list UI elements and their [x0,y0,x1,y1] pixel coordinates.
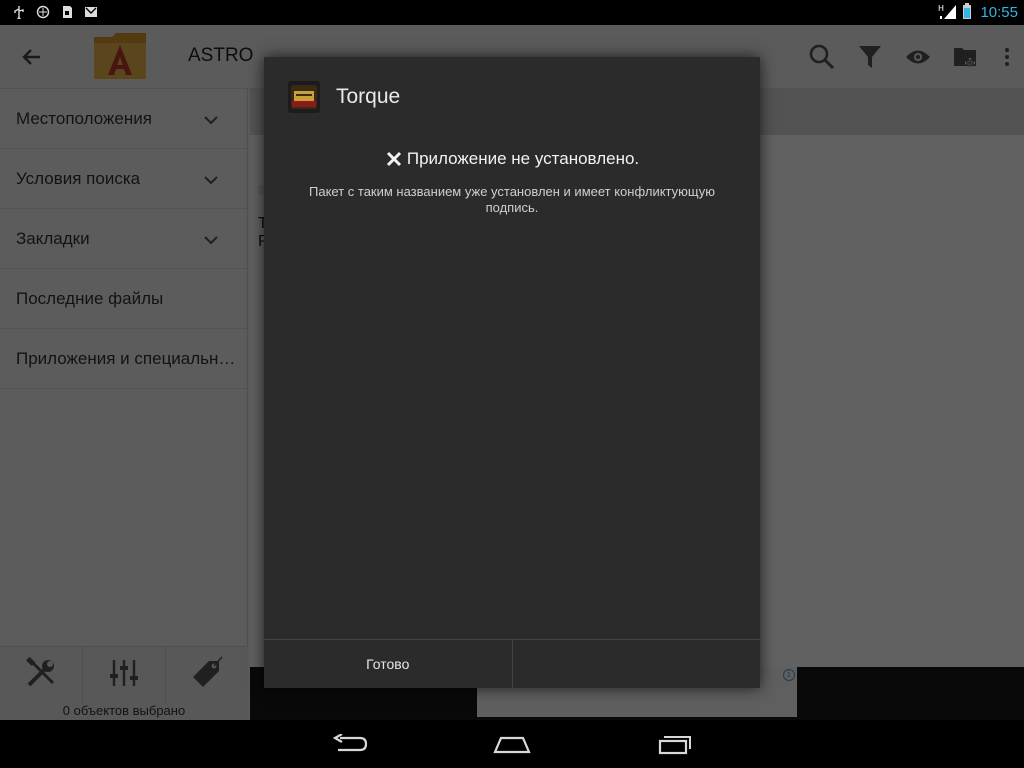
torque-app-icon [288,81,320,113]
filter-icon[interactable] [846,25,894,89]
install-status: Приложение не установлено. [264,149,760,169]
tools-button[interactable] [0,647,83,703]
overflow-menu-icon[interactable] [990,25,1024,89]
action-icons [798,25,1024,89]
sidebar-item-recent-files[interactable]: Последние файлы [0,269,247,329]
chevron-down-icon [203,231,219,245]
install-result-dialog: Torque Приложение не установлено. Пакет … [264,57,760,688]
sidebar-toolbar: 0 объектов выбрано [0,646,248,720]
sidebar-item-search-terms[interactable]: Условия поиска [0,149,247,209]
notification-icons [12,4,98,21]
secondary-button[interactable] [511,640,761,688]
sync-icon [36,4,50,19]
dialog-title: Torque [336,85,401,108]
chevron-down-icon [203,171,219,185]
equalizer-icon [108,658,140,692]
equalizer-button[interactable] [83,647,166,703]
dialog-message: Пакет с таким названием уже установлен и… [309,184,715,215]
sidebar-item-label: Приложения и специальные [16,348,240,368]
sidebar-item-apps[interactable]: Приложения и специальные [0,329,247,389]
sidebar-item-bookmarks[interactable]: Закладки [0,209,247,269]
sidebar-item-label: Местоположения [16,108,152,128]
app-title: ASTRO [188,45,254,66]
tag-icon [189,655,225,695]
home-icon[interactable] [472,728,552,760]
back-button[interactable] [18,45,46,69]
status-bar: H 10:55 [0,0,1024,25]
clock: 10:55 [980,4,1018,21]
svg-text:H: H [938,4,944,13]
tag-button[interactable] [166,647,248,703]
tools-icon [25,656,57,693]
navigation-bar [0,720,1024,768]
sidebar-item-label: Условия поиска [16,168,141,188]
close-icon [385,150,403,168]
hplus-signal-icon: H [938,2,958,24]
info-icon[interactable]: i [783,669,795,681]
eye-icon[interactable] [894,25,942,89]
selected-count: 0 объектов выбрано [62,703,186,718]
dialog-header: Torque [264,57,760,137]
dialog-buttons: Готово [264,639,760,688]
sidebar-item-locations[interactable]: Местоположения [0,89,247,149]
astro-logo-icon [88,27,152,85]
search-icon[interactable] [798,25,846,89]
battery-icon [962,2,972,24]
back-icon[interactable] [310,728,390,760]
system-icons: H 10:55 [938,0,1018,25]
recent-apps-icon[interactable] [634,728,714,760]
sidebar-item-label: Последние файлы [16,288,164,308]
usb-icon [12,4,26,21]
done-button[interactable]: Готово [264,640,512,688]
gmail-icon [84,4,98,18]
install-status-text: Приложение не установлено. [406,149,640,168]
sidebar: Местоположения Условия поиска Закладки П… [0,89,248,720]
sd-card-icon [60,4,74,18]
sidebar-item-label: Закладки [16,228,90,248]
new-folder-icon[interactable] [942,25,990,89]
chevron-down-icon [203,111,219,125]
